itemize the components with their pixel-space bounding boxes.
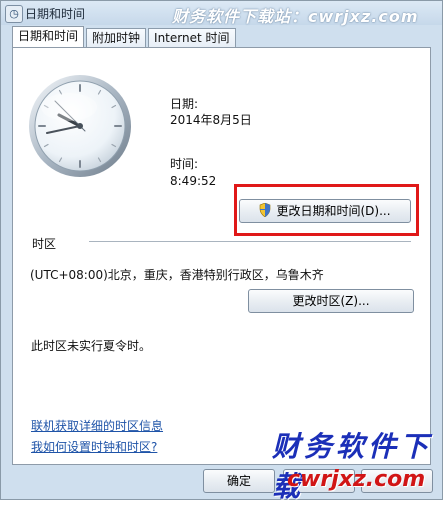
highlight-box <box>234 184 419 236</box>
watermark-bottom-line2: cwrjxz.com <box>287 467 426 492</box>
tab-date-time[interactable]: 日期和时间 <box>12 26 85 47</box>
change-timezone-button[interactable]: 更改时区(Z)... <box>248 289 414 313</box>
timezone-divider <box>89 241 411 242</box>
ok-button-label: 确定 <box>226 474 251 488</box>
date-value: 2014年8月5日 <box>170 113 252 127</box>
change-timezone-button-label: 更改时区(Z)... <box>292 294 370 308</box>
date-label: 日期: <box>170 97 199 111</box>
online-timezone-info-link[interactable]: 联机获取详细的时区信息 <box>31 417 163 434</box>
tab-strip: 日期和时间 附加时钟 Internet 时间 <box>12 26 238 48</box>
timezone-section-label: 时区 <box>32 237 57 251</box>
tab-additional-clocks-label: 附加时钟 <box>92 31 141 45</box>
tab-internet-time[interactable]: Internet 时间 <box>148 28 236 47</box>
tab-additional-clocks[interactable]: 附加时钟 <box>86 28 147 47</box>
date-time-dialog: ◷ 日期和时间 财务软件下载站：cwrjxz.com 日期和时间 附加时钟 In… <box>0 0 443 503</box>
analog-clock-icon <box>29 75 131 177</box>
time-label: 时间: <box>170 157 199 171</box>
window-title: 日期和时间 <box>25 7 86 21</box>
dst-note: 此时区未实行夏令时。 <box>31 339 152 353</box>
how-to-set-clock-link[interactable]: 我如何设置时钟和时区? <box>31 438 157 455</box>
tab-internet-time-label: Internet 时间 <box>154 31 230 45</box>
clock-calendar-icon: ◷ <box>5 5 23 23</box>
title-bar: ◷ 日期和时间 财务软件下载站：cwrjxz.com <box>1 1 442 26</box>
watermark-top: 财务软件下载站：cwrjxz.com <box>172 7 419 26</box>
watermark-bottom-line1: 财务软件下载 <box>272 430 433 503</box>
time-value: 8:49:52 <box>170 174 217 188</box>
tab-panel: 日期: 2014年8月5日 时间: 8:49:52 更改日期和时间(D)... … <box>12 47 431 465</box>
timezone-value: (UTC+08:00)北京，重庆，香港特别行政区，乌鲁木齐 <box>30 268 324 282</box>
ok-button[interactable]: 确定 <box>203 469 275 493</box>
tab-date-time-label: 日期和时间 <box>18 29 79 43</box>
